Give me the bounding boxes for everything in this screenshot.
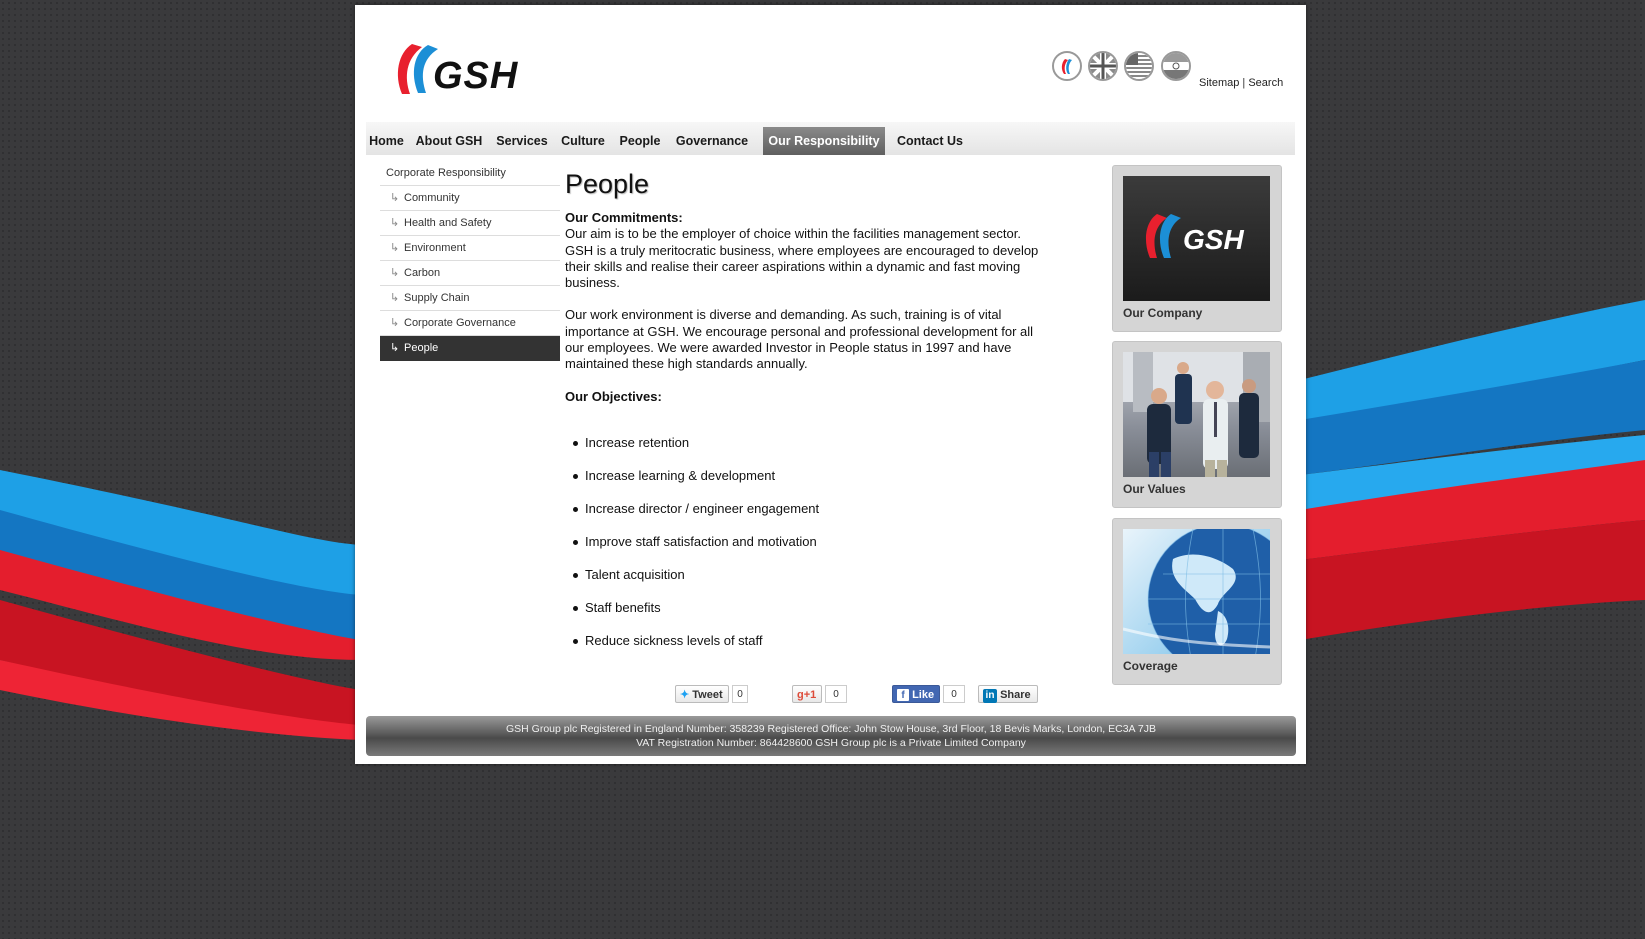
our-company-box[interactable]: GSH Our Company bbox=[1112, 165, 1282, 332]
commitments-heading: Our Commitments: bbox=[565, 210, 683, 225]
nav-culture[interactable]: Culture bbox=[559, 127, 607, 155]
nav-contact-us[interactable]: Contact Us bbox=[894, 127, 966, 155]
list-item: Increase learning & development bbox=[565, 468, 1043, 501]
commitments-paragraph-1: Our aim is to be the employer of choice … bbox=[565, 226, 1039, 291]
gplus-label: +1 bbox=[803, 689, 817, 701]
main-nav: Home About GSH Services Culture People G… bbox=[366, 122, 1295, 155]
nav-governance[interactable]: Governance bbox=[673, 127, 751, 155]
submenu-arrow-icon: ↳ bbox=[390, 217, 400, 229]
gplus-count: 0 bbox=[825, 685, 847, 703]
gsh-logo-flag-icon[interactable] bbox=[1052, 51, 1082, 81]
nav-about-gsh[interactable]: About GSH bbox=[414, 127, 484, 155]
share-label: Share bbox=[1000, 689, 1031, 701]
tweet-label: Tweet bbox=[692, 689, 723, 701]
submenu-label: Corporate Governance bbox=[404, 317, 516, 329]
list-item: Talent acquisition bbox=[565, 567, 1043, 600]
submenu-arrow-icon: ↳ bbox=[390, 317, 400, 329]
nav-our-responsibility[interactable]: Our Responsibility bbox=[763, 127, 885, 155]
submenu-arrow-icon: ↳ bbox=[390, 292, 400, 304]
our-company-image: GSH bbox=[1123, 176, 1270, 301]
sidebar-submenu: Corporate Responsibility ↳ Community ↳ Hea… bbox=[380, 161, 560, 361]
submenu-health-and-safety[interactable]: ↳ Health and Safety bbox=[380, 211, 560, 236]
list-item: Staff benefits bbox=[565, 600, 1043, 633]
tweet-count: 0 bbox=[732, 685, 748, 703]
main-content: People Our Commitments: Our aim is to be… bbox=[565, 169, 1043, 666]
nav-services[interactable]: Services bbox=[493, 127, 551, 155]
list-item: Reduce sickness levels of staff bbox=[565, 633, 1043, 666]
submenu-environment[interactable]: ↳ Environment bbox=[380, 236, 560, 261]
nav-people[interactable]: People bbox=[616, 127, 664, 155]
commitments-paragraph-2: Our work environment is diverse and dema… bbox=[565, 307, 1034, 372]
submenu-people[interactable]: ↳ People bbox=[380, 336, 560, 361]
our-values-caption: Our Values bbox=[1123, 482, 1186, 496]
facebook-like-button[interactable]: f Like bbox=[892, 685, 940, 703]
like-count: 0 bbox=[943, 685, 965, 703]
coverage-caption: Coverage bbox=[1123, 659, 1178, 673]
like-label: Like bbox=[912, 689, 935, 701]
our-values-box[interactable]: Our Values bbox=[1112, 341, 1282, 508]
submenu-carbon[interactable]: ↳ Carbon bbox=[380, 261, 560, 286]
page-container: GSH Sitemap | Search Home About GSH Serv… bbox=[355, 5, 1306, 764]
submenu-label: Community bbox=[404, 192, 460, 204]
objectives-heading: Our Objectives: bbox=[565, 388, 662, 404]
submenu-label: Health and Safety bbox=[404, 217, 492, 229]
twitter-icon: ✦ bbox=[680, 689, 690, 701]
list-item: Increase retention bbox=[565, 435, 1043, 468]
page-title: People bbox=[565, 169, 650, 199]
submenu-label: Carbon bbox=[404, 267, 441, 279]
our-company-logo-text: GSH bbox=[1183, 224, 1244, 255]
facebook-icon: f bbox=[897, 689, 909, 701]
coverage-box[interactable]: Coverage bbox=[1112, 518, 1282, 685]
submenu-arrow-icon: ↳ bbox=[390, 267, 400, 279]
linkedin-icon: in bbox=[983, 689, 997, 703]
submenu-corporate-responsibility[interactable]: Corporate Responsibility bbox=[380, 161, 560, 186]
search-link[interactable]: Search bbox=[1248, 77, 1283, 89]
list-item: Increase director / engineer engagement bbox=[565, 501, 1043, 534]
linkedin-share-button[interactable]: in Share bbox=[978, 685, 1038, 703]
india-flag-icon[interactable] bbox=[1161, 51, 1191, 81]
gplus-icon: g bbox=[797, 689, 804, 701]
sitemap-link[interactable]: Sitemap bbox=[1199, 77, 1239, 89]
logo-text: GSH bbox=[433, 55, 519, 97]
tweet-button[interactable]: ✦ Tweet bbox=[675, 685, 729, 703]
nav-home[interactable]: Home bbox=[366, 127, 407, 155]
top-links: Sitemap | Search bbox=[1199, 77, 1283, 89]
submenu-arrow-icon: ↳ bbox=[390, 192, 400, 204]
objectives-list: Increase retention Increase learning & d… bbox=[565, 435, 1043, 666]
gplus-button[interactable]: g+1 bbox=[792, 685, 822, 703]
uk-flag-icon[interactable] bbox=[1088, 51, 1118, 81]
our-company-caption: Our Company bbox=[1123, 306, 1203, 320]
submenu-corporate-governance[interactable]: ↳ Corporate Governance bbox=[380, 311, 560, 336]
footer-registration-line: GSH Group plc Registered in England Numb… bbox=[506, 723, 1156, 735]
footer-vat-line: VAT Registration Number: 864428600 GSH G… bbox=[636, 736, 1026, 749]
submenu-label: Supply Chain bbox=[404, 292, 470, 304]
us-flag-icon[interactable] bbox=[1124, 51, 1154, 81]
coverage-globe-image bbox=[1123, 529, 1270, 654]
top-links-separator: | bbox=[1242, 77, 1246, 89]
submenu-label: Environment bbox=[404, 242, 466, 254]
footer: GSH Group plc Registered in England Numb… bbox=[366, 716, 1296, 756]
submenu-community[interactable]: ↳ Community bbox=[380, 186, 560, 211]
submenu-label: People bbox=[404, 342, 439, 354]
submenu-supply-chain[interactable]: ↳ Supply Chain bbox=[380, 286, 560, 311]
our-values-image bbox=[1123, 352, 1270, 477]
submenu-arrow-icon: ↳ bbox=[390, 242, 400, 254]
submenu-arrow-icon: ↳ bbox=[390, 342, 400, 354]
list-item: Improve staff satisfaction and motivatio… bbox=[565, 534, 1043, 567]
